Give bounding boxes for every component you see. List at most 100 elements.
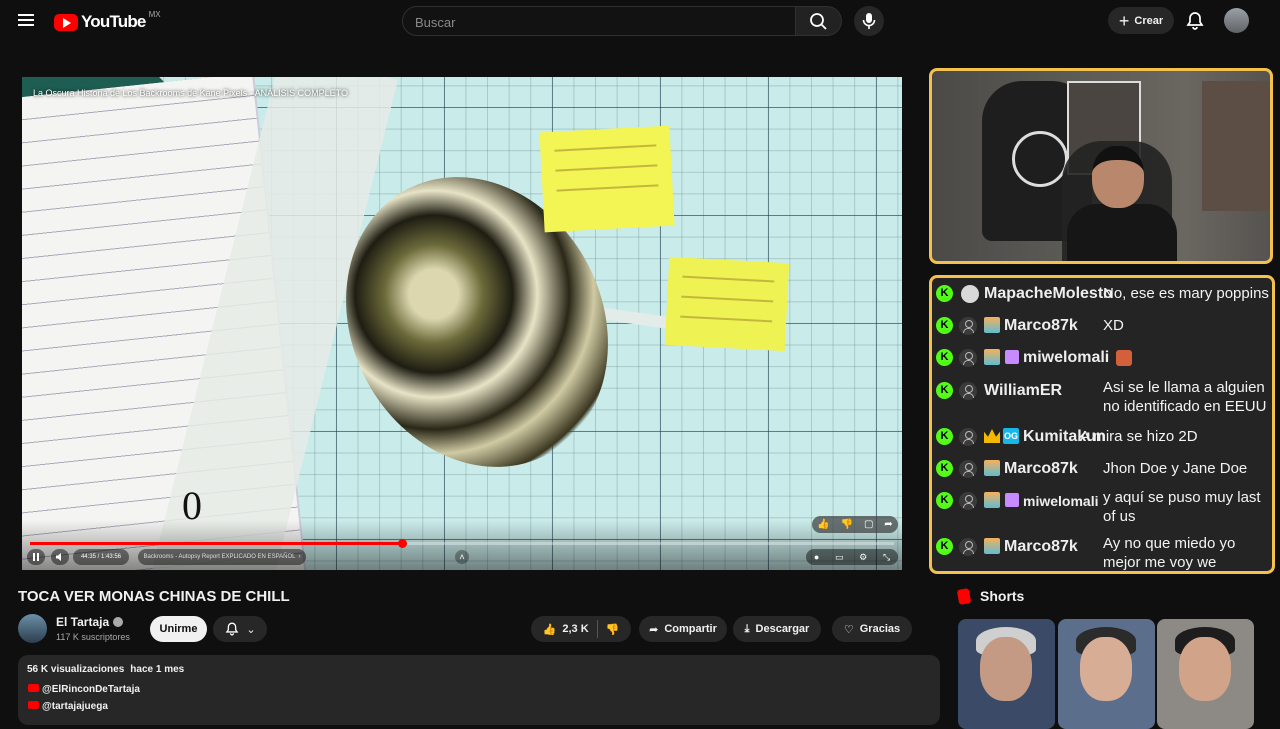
kick-badge: K	[936, 382, 953, 399]
thumbs-down-icon[interactable]: 👎	[606, 623, 620, 636]
chat-text: Jhon Doe y Jane Doe	[1103, 460, 1248, 477]
autoplay-icon[interactable]: ●	[814, 552, 819, 562]
subscriber-badge	[984, 538, 1000, 554]
thumbs-down-icon[interactable]: 👎	[841, 519, 853, 530]
chevron-right-icon: ›	[298, 554, 301, 560]
create-label: Crear	[1134, 14, 1164, 27]
voice-search-button[interactable]	[854, 6, 884, 36]
user-icon	[959, 460, 977, 478]
gift-badge	[1005, 350, 1019, 364]
heart-dollar-icon: ♡	[843, 623, 854, 636]
reaction-bar[interactable]: 👍 👎 ▢ ➦	[812, 516, 898, 533]
chevron-up-icon[interactable]: ˄	[455, 550, 469, 564]
youtube-icon	[28, 701, 39, 709]
notifications-button[interactable]	[1184, 10, 1206, 32]
country-code: MX	[148, 9, 161, 19]
bell-icon	[226, 622, 239, 636]
time-display: 44:35 / 1:43:56	[73, 549, 129, 565]
verified-icon	[113, 617, 124, 627]
logo-text: YouTube	[81, 12, 146, 31]
thumbs-up-icon[interactable]: 👍	[817, 519, 829, 530]
webcam-background-window	[1202, 81, 1270, 211]
subscription-notifications-button[interactable]: ⌄	[213, 616, 267, 642]
player-settings-bar[interactable]: ● ▭ ⚙ ⤡	[806, 549, 898, 565]
chat-text: Asi se le llama a alguien no identificad…	[1103, 379, 1267, 415]
volume-button[interactable]	[51, 549, 69, 565]
subscriber-badge	[984, 317, 1000, 333]
settings-icon[interactable]: ⚙	[859, 552, 867, 563]
description-link[interactable]: @ElRinconDeTartaja	[28, 684, 140, 695]
chat-username: miwelomali	[1023, 349, 1110, 366]
pause-icon	[33, 553, 39, 561]
like-dislike-group[interactable]: 👍 2,3 K 👎	[531, 616, 631, 642]
view-stats: 56 K visualizaciones hace 1 mes	[27, 664, 190, 675]
volume-icon	[56, 553, 61, 561]
download-button[interactable]: ⤓ Descargar	[733, 616, 821, 642]
youtube-icon	[28, 684, 39, 692]
pause-button[interactable]	[27, 549, 45, 565]
shorts-heading: Shorts	[956, 587, 1025, 605]
microphone-icon	[862, 13, 876, 29]
user-icon	[959, 317, 977, 335]
sticky-note	[539, 125, 675, 233]
share-button[interactable]: ➦ Compartir	[639, 616, 727, 642]
subscriber-badge	[984, 349, 1000, 365]
chat-username: Marco87k	[1004, 538, 1078, 555]
short-thumbnail[interactable]	[1157, 619, 1254, 729]
chevron-down-icon: ⌄	[246, 623, 256, 636]
chat-text: XD	[1103, 317, 1124, 334]
streamer-webcam	[929, 68, 1273, 264]
chat-text: No, ese es mary poppins	[1103, 285, 1269, 302]
subscriber-badge	[984, 492, 1000, 508]
search-button[interactable]	[796, 6, 842, 36]
shorts-icon	[956, 587, 972, 605]
share-label: Compartir	[664, 623, 717, 635]
account-avatar[interactable]	[1224, 8, 1249, 33]
video-overlay-title: La Oscura Historia de Los Backrooms de K…	[33, 88, 348, 98]
youtube-logo[interactable]: YouTube MX	[54, 9, 161, 32]
user-icon	[959, 349, 977, 367]
chat-username: WilliamER	[984, 382, 1063, 399]
user-icon	[959, 428, 977, 446]
shorts-label: Shorts	[980, 588, 1025, 604]
channel-avatar[interactable]	[18, 614, 47, 643]
thanks-button[interactable]: ♡ Gracias	[832, 616, 912, 642]
progress-fill	[30, 542, 402, 545]
create-button[interactable]: + Crear	[1108, 7, 1174, 34]
like-count: 2,3 K	[562, 623, 589, 635]
subtitles-icon[interactable]: ▭	[835, 552, 844, 563]
kick-badge: K	[936, 285, 953, 302]
chapter-title: Backrooms - Autopsy Report EXPLICADO EN …	[143, 554, 296, 560]
menu-icon[interactable]	[18, 14, 34, 26]
share-icon[interactable]: ➦	[884, 519, 892, 530]
channel-link[interactable]: @tartajajuega	[42, 701, 108, 712]
channel-link[interactable]: @ElRinconDeTartaja	[42, 684, 140, 695]
chat-username: Marco87k	[1004, 460, 1078, 477]
fullscreen-icon[interactable]: ⤡	[883, 552, 890, 563]
search-box[interactable]	[402, 6, 796, 37]
search-input[interactable]	[403, 7, 777, 37]
short-thumbnail[interactable]	[1058, 619, 1155, 729]
channel-name[interactable]: El Tartaja	[56, 615, 109, 629]
user-icon	[959, 382, 977, 400]
comment-icon[interactable]: ▢	[864, 519, 873, 530]
video-player[interactable]: 0	[22, 77, 902, 570]
thanks-label: Gracias	[859, 623, 901, 635]
user-icon	[959, 538, 977, 556]
chapter-button[interactable]: Backrooms - Autopsy Report EXPLICADO EN …	[138, 549, 306, 565]
chat-text: A mira se hizo 2D	[1080, 428, 1198, 445]
share-icon: ➦	[649, 623, 659, 636]
scrubber-handle[interactable]	[397, 539, 407, 548]
channel-name-row[interactable]: El Tartaja	[56, 615, 124, 629]
short-thumbnail[interactable]	[958, 619, 1055, 729]
kick-badge: K	[936, 317, 953, 334]
description-link[interactable]: @tartajajuega	[28, 701, 108, 712]
kick-badge: K	[936, 349, 953, 366]
chat-username: Marco87k	[1004, 317, 1078, 334]
bell-icon	[1186, 12, 1204, 30]
join-button[interactable]: Unirme	[150, 616, 207, 642]
thumbs-up-icon[interactable]: 👍	[543, 623, 557, 636]
subscriber-count: 117 K suscriptores	[56, 632, 130, 642]
search-icon	[810, 13, 827, 30]
progress-bar[interactable]	[30, 539, 894, 548]
